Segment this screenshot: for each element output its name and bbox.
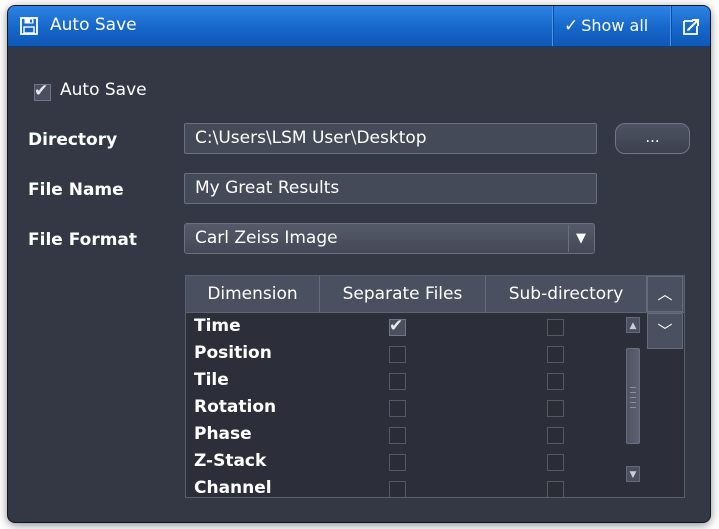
separate-files-checkbox[interactable]: ✔ (389, 316, 406, 336)
sub-directory-checkbox[interactable] (547, 400, 564, 417)
sub-directory-checkbox[interactable] (547, 454, 564, 471)
table-header: Dimension Separate Files Sub-directory (186, 276, 684, 313)
auto-save-panel: Auto Save ✓ Show all ✔ Auto Save Director… (8, 6, 710, 522)
separate-files-checkbox[interactable] (389, 373, 406, 390)
auto-save-checkbox[interactable]: ✔ (34, 81, 51, 101)
table-row[interactable]: Z-Stack (186, 449, 626, 476)
undock-icon[interactable] (682, 17, 701, 36)
checkmark-icon: ✔ (389, 316, 404, 336)
separate-files-checkbox[interactable] (389, 481, 406, 497)
dimension-name: Phase (194, 424, 252, 444)
title-separator (552, 6, 554, 46)
table-row[interactable]: Channel (186, 476, 626, 498)
dimension-name: Position (194, 343, 272, 363)
grip-line (630, 392, 636, 393)
table-row[interactable]: Phase (186, 422, 626, 449)
table-row[interactable]: Rotation (186, 395, 626, 422)
file-format-value: Carl Zeiss Image (195, 228, 338, 248)
sub-directory-checkbox[interactable] (547, 427, 564, 444)
scrollbar-thumb[interactable] (626, 348, 640, 444)
grip-line (630, 407, 636, 408)
dimension-name: Z-Stack (194, 451, 267, 471)
auto-save-label: Auto Save (60, 80, 147, 100)
dimension-name: Rotation (194, 397, 277, 417)
show-all-label: Show all (581, 16, 649, 35)
table-row[interactable]: Position (186, 341, 626, 368)
separate-files-checkbox[interactable] (389, 346, 406, 363)
dimension-name: Time (194, 316, 241, 336)
scroll-up-icon[interactable]: ▲ (626, 317, 640, 333)
separate-files-checkbox[interactable] (389, 400, 406, 417)
window-title: Auto Save (50, 15, 137, 35)
sub-directory-checkbox[interactable] (547, 319, 564, 336)
table-scrollbar[interactable]: ▲ ▼ (623, 314, 643, 490)
grip-line (630, 397, 636, 398)
sub-directory-checkbox[interactable] (547, 481, 564, 497)
sub-directory-checkbox[interactable] (547, 373, 564, 390)
chevron-down-icon[interactable]: ﹀ (647, 313, 683, 349)
checkmark-icon: ✓ (564, 16, 579, 36)
file-format-label: File Format (28, 230, 138, 250)
sub-directory-checkbox[interactable] (547, 346, 564, 363)
table-row[interactable]: Time ✔ (186, 314, 626, 341)
grip-line (630, 402, 636, 403)
browse-button[interactable]: ... (615, 123, 690, 154)
dimension-name: Tile (194, 370, 229, 390)
column-header-sub-directory[interactable]: Sub-directory (486, 276, 647, 312)
scroll-down-icon[interactable]: ▼ (626, 466, 640, 482)
title-bar: Auto Save ✓ Show all (8, 6, 710, 47)
column-header-dimension[interactable]: Dimension (186, 276, 320, 312)
file-format-select[interactable]: Carl Zeiss Image ▼ (184, 223, 595, 254)
chevron-up-icon[interactable]: ︿ (647, 276, 683, 312)
file-name-field[interactable]: My Great Results (184, 173, 597, 204)
dropdown-arrow-icon: ▼ (568, 225, 593, 252)
separate-files-checkbox[interactable] (389, 427, 406, 444)
dimension-name: Channel (194, 478, 272, 498)
grip-line (630, 387, 636, 388)
show-all-button[interactable]: ✓ Show all (564, 15, 648, 39)
checkmark-icon: ✔ (34, 81, 49, 101)
directory-field[interactable]: C:\Users\LSM User\Desktop (184, 123, 597, 154)
table-row[interactable]: Tile (186, 368, 626, 395)
column-header-separate-files[interactable]: Separate Files (320, 276, 486, 312)
file-name-label: File Name (28, 180, 124, 200)
save-icon (20, 17, 38, 35)
dimension-table: Dimension Separate Files Sub-directory T… (185, 275, 685, 498)
separate-files-checkbox[interactable] (389, 454, 406, 471)
directory-label: Directory (28, 130, 118, 150)
title-separator (670, 6, 672, 46)
